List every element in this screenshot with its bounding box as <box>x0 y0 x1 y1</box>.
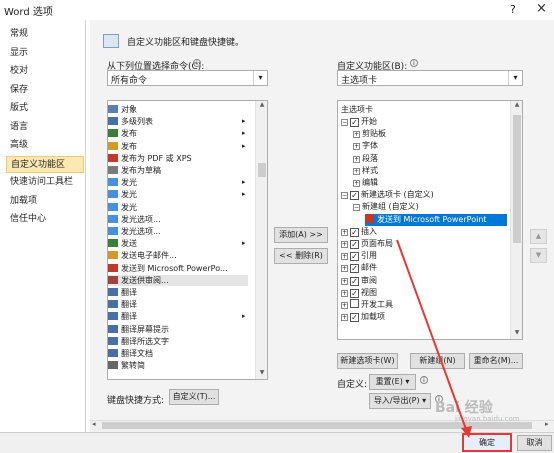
arrow-head <box>461 426 472 438</box>
arrow-line <box>396 239 468 433</box>
annotation-arrow <box>396 239 472 438</box>
